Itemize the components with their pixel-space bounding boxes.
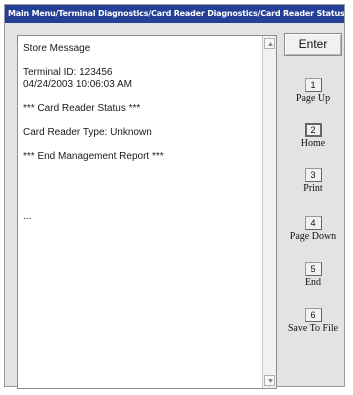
print-key[interactable]: 3 (304, 168, 322, 182)
arrow-up-icon (268, 42, 273, 46)
page-down-key[interactable]: 4 (304, 216, 322, 230)
save-to-file-button[interactable]: 6 Save To File (278, 308, 348, 334)
home-button[interactable]: 2 Home (278, 123, 348, 149)
end-label: End (304, 277, 322, 288)
home-label: Home (300, 138, 326, 149)
vertical-scrollbar[interactable] (262, 36, 276, 388)
home-key[interactable]: 2 (304, 123, 322, 137)
end-button[interactable]: 5 End (278, 262, 348, 288)
scroll-up-button[interactable] (264, 38, 275, 49)
print-label: Print (303, 183, 323, 194)
enter-button[interactable]: Enter (284, 33, 342, 56)
page-down-label: Page Down (289, 231, 337, 242)
end-key[interactable]: 5 (304, 262, 322, 276)
page-up-key[interactable]: 1 (304, 78, 322, 92)
scroll-down-button[interactable] (264, 375, 275, 386)
title-bar: Main Menu/Terminal Diagnostics/Card Read… (5, 5, 344, 23)
page-up-button[interactable]: 1 Page Up (278, 78, 348, 104)
page-up-label: Page Up (295, 93, 331, 104)
print-button[interactable]: 3 Print (278, 168, 348, 194)
page-down-button[interactable]: 4 Page Down (278, 216, 348, 242)
report-content: Store Message Terminal ID: 123456 04/24/… (23, 43, 164, 222)
save-to-file-label: Save To File (287, 323, 339, 334)
report-text-area[interactable]: Store Message Terminal ID: 123456 04/24/… (17, 35, 277, 389)
save-to-file-key[interactable]: 6 (304, 308, 322, 322)
arrow-down-icon (268, 379, 273, 383)
